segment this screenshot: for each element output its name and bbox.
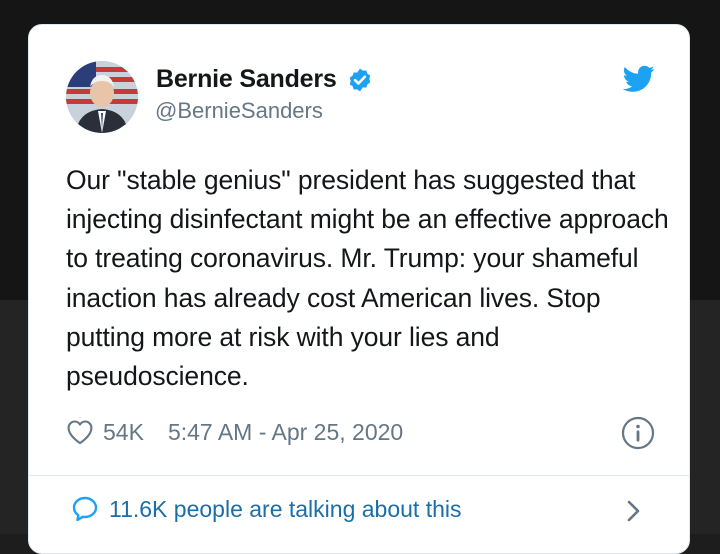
timestamp[interactable]: 5:47 AM - Apr 25, 2020 — [168, 419, 403, 446]
speech-bubble-icon — [72, 496, 98, 522]
twitter-bird-icon[interactable] — [623, 65, 655, 93]
heart-icon[interactable] — [66, 419, 94, 445]
avatar[interactable] — [66, 61, 138, 133]
author-handle[interactable]: @BernieSanders — [155, 98, 323, 124]
conversation-count-text[interactable]: 11.6K people are talking about this — [109, 496, 462, 523]
conversation-link[interactable]: 11.6K people are talking about this — [71, 495, 462, 523]
divider — [29, 475, 689, 476]
chevron-right-icon[interactable] — [623, 499, 643, 523]
like-count[interactable]: 54K — [103, 419, 144, 446]
tweet-text: Our "stable genius" president has sugges… — [66, 165, 669, 392]
avatar-image — [66, 61, 138, 133]
info-icon[interactable] — [621, 416, 655, 450]
verified-badge-icon — [349, 68, 370, 91]
author-name-row[interactable]: Bernie Sanders — [156, 65, 373, 94]
tweet-card[interactable]: Bernie Sanders @BernieSanders Our "stabl… — [28, 24, 690, 554]
author-name[interactable]: Bernie Sanders — [156, 65, 337, 94]
tweet-meta: 54K 5:47 AM - Apr 25, 2020 — [66, 415, 403, 449]
